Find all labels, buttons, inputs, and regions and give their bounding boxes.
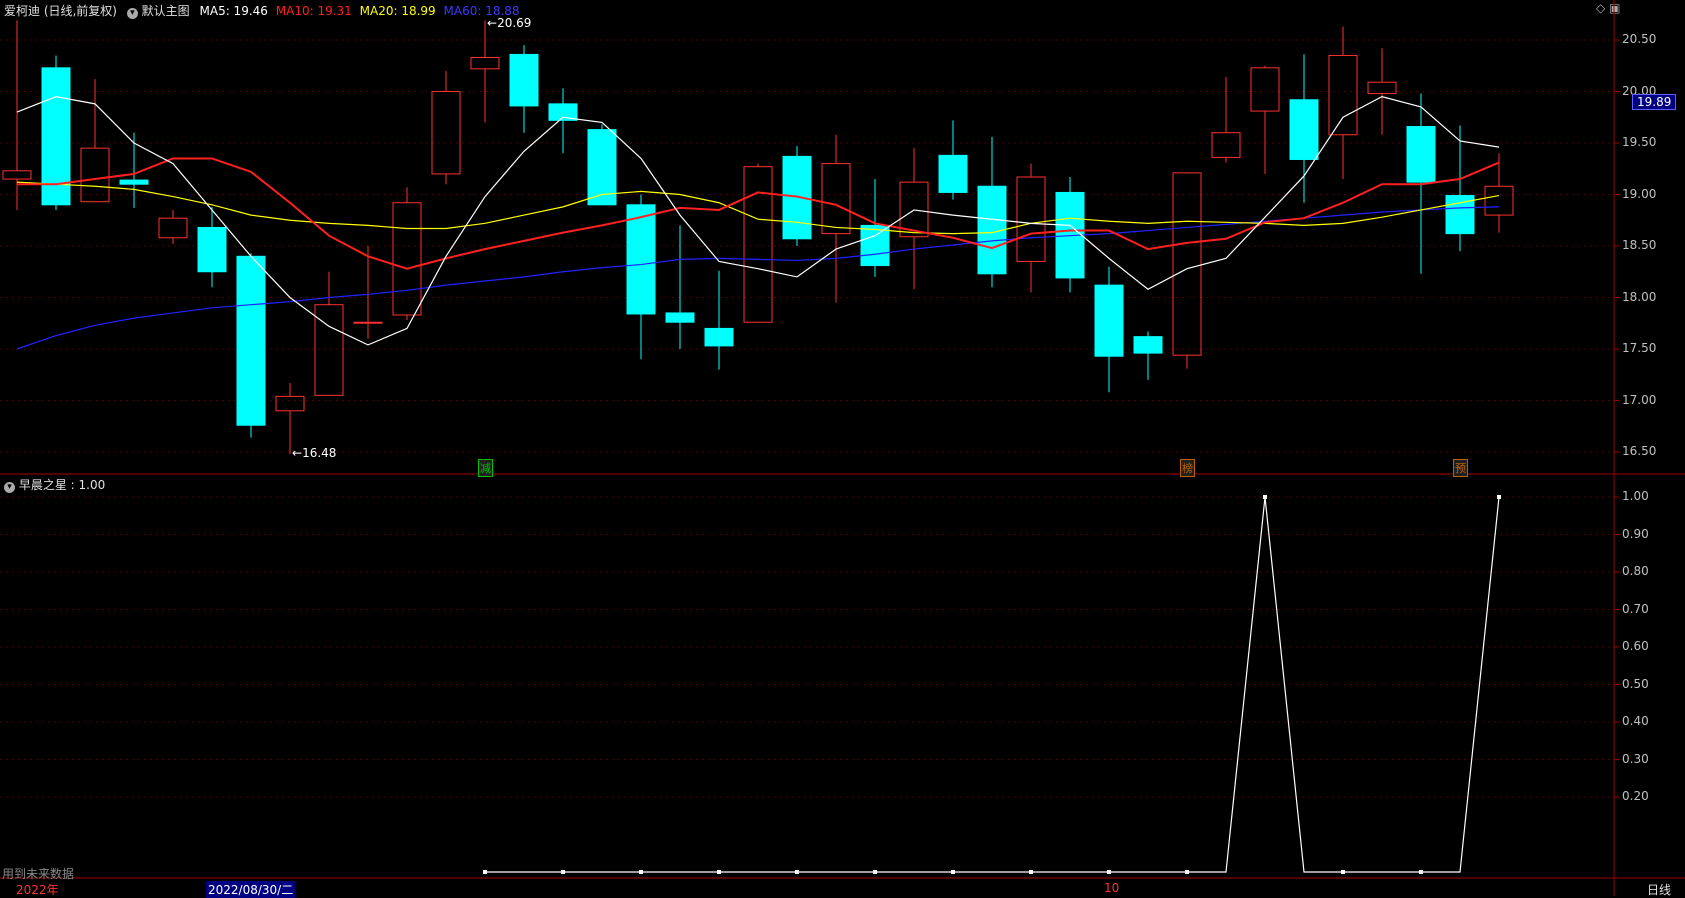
candle-body [704,327,734,347]
candle-body [1250,67,1280,112]
indicator-tick-label: 0.30 [1622,751,1649,766]
candle-body [392,202,422,316]
indicator-point [1497,495,1501,499]
candle-body [2,170,32,180]
indicator-point [1107,870,1111,874]
candle-body [119,179,149,185]
price-tick-label: 19.00 [1622,186,1657,201]
indicator-tick-label: 0.20 [1622,789,1649,803]
event-badge-forecast[interactable]: 预 [1453,459,1468,477]
chart-svg [0,0,1685,896]
candle-body [470,57,500,70]
indicator-point [561,870,565,874]
candle-body [431,91,461,175]
candle-body [236,255,266,426]
price-tick-label: 18.50 [1622,238,1657,252]
event-badge-rank[interactable]: 榜 [1180,459,1195,477]
candle-body [1133,336,1163,354]
candle-body [1406,126,1436,183]
candle-body [314,304,344,396]
indicator-point [873,870,877,874]
indicator-point [1263,495,1267,499]
stock-chart-window: 爱柯迪 (日线,前复权) ▾ 默认主图 MA5: 19.46 MA10: 19.… [0,0,1685,898]
indicator-label: 早晨之星 : 1.00 [18,478,106,492]
candle-body [1211,132,1241,158]
candle-body [353,321,383,324]
indicator-tick-label: 0.80 [1622,564,1649,578]
indicator-point [1341,870,1345,874]
low-value: 16.48 [302,446,337,461]
period-label[interactable]: 日线 [1647,881,1671,898]
candle-body [1094,284,1124,357]
candle-body [197,226,227,273]
candle-body [80,147,110,203]
indicator-point [483,870,487,874]
ma10-line [17,157,1500,270]
future-data-note: 用到未来数据 [2,867,75,881]
candle-body [1289,99,1319,160]
month-label: 10 [1104,881,1120,895]
candle-body [275,395,305,412]
event-badge-reduce[interactable]: 减 [478,459,493,477]
candle-body [938,154,968,193]
candle-body [1328,54,1358,136]
indicator-point [795,870,799,874]
indicator-tick-label: 0.70 [1622,601,1649,616]
indicator-point [717,870,721,874]
candle-body [158,217,188,239]
indicator-tick-label: 0.90 [1622,526,1649,541]
indicator-point [1029,870,1033,874]
indicator-point [951,870,955,874]
high-annotation: ←20.69 [487,16,532,31]
price-tick-label: 17.50 [1622,341,1657,355]
candle-body [782,155,812,240]
candle-body [743,166,773,323]
indicator-tick-label: 1.00 [1622,489,1649,503]
indicator-header: ▾ 早晨之星 : 1.00 [4,476,105,493]
candle-body [1172,172,1202,356]
ma20-line [16,181,1500,235]
candle-body [860,224,890,267]
price-tick-label: 19.50 [1622,135,1657,149]
candle-body [626,204,656,315]
candle-body [665,312,695,323]
candle-body [821,163,851,235]
cursor-date: 2022/08/30/二 [206,881,296,898]
candle-body [1016,176,1046,262]
indicator-point [639,870,643,874]
current-price-tag: 19.89 [1632,93,1677,110]
indicator-tick-label: 0.50 [1622,676,1649,691]
price-tick-label: 18.00 [1622,289,1657,304]
high-value: 20.69 [497,16,532,31]
price-tick-label: 20.50 [1622,32,1657,46]
indicator-tick-label: 0.60 [1622,639,1649,653]
price-tick-label: 16.50 [1622,444,1657,458]
indicator-point [1419,870,1423,874]
low-annotation: ←16.48 [292,446,337,461]
candle-body [1484,185,1514,216]
indicator-toggle-icon[interactable]: ▾ [4,482,15,493]
year-label: 2022年 [16,883,59,897]
indicator-point [1185,870,1189,874]
candle-body [509,53,539,107]
indicator-tick-label: 0.40 [1622,714,1649,728]
price-tick-label: 17.00 [1622,392,1657,407]
